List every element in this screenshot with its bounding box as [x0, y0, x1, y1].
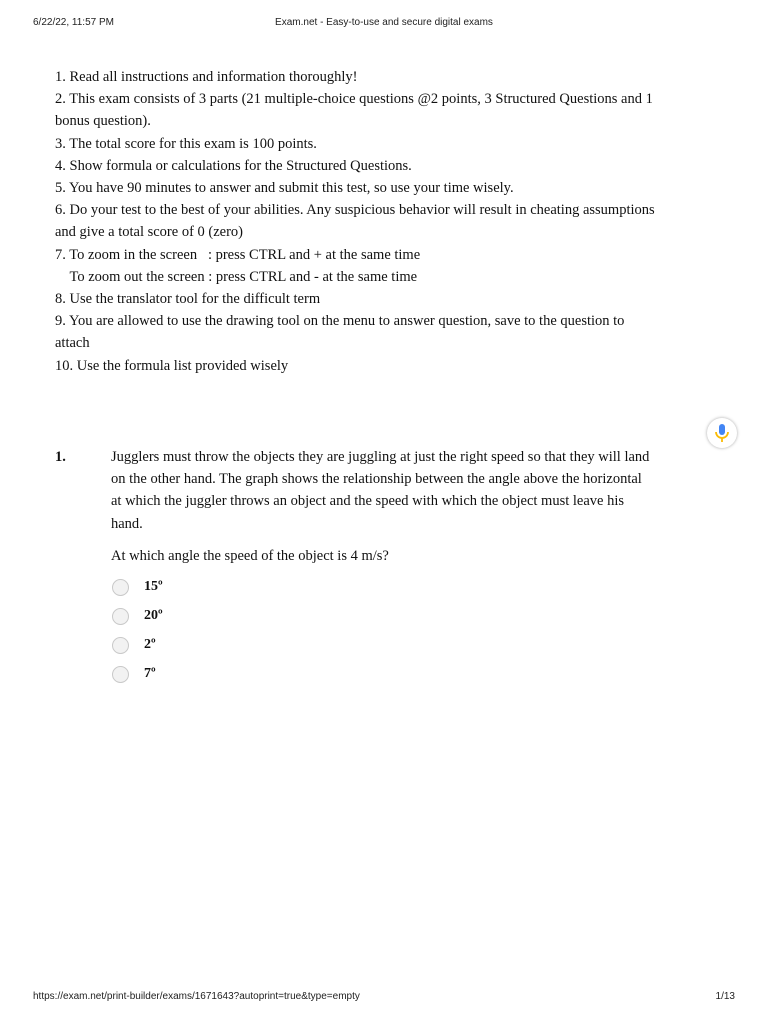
voice-input-button[interactable]	[707, 418, 737, 448]
answer-option[interactable]: 20º	[111, 602, 651, 631]
option-label: 20º	[144, 608, 163, 624]
question-text: Jugglers must throw the objects they are…	[111, 449, 650, 532]
instruction-item: 1. Read all instructions and information…	[55, 69, 358, 85]
answer-options: 15º 20º 2º 7º	[111, 573, 651, 689]
instruction-item: 9. You are allowed to use the drawing to…	[55, 313, 629, 352]
instruction-item: 3. The total score for this exam is 100 …	[55, 135, 317, 152]
question-prompt: At which angle the speed of the object i…	[111, 547, 389, 564]
radio-button[interactable]	[112, 579, 129, 597]
answer-option[interactable]: 7º	[111, 660, 651, 689]
instruction-item: 6. Do your test to the best of your abil…	[55, 202, 659, 241]
option-label: 7º	[144, 666, 156, 682]
instruction-item: 8. Use the translator tool for the diffi…	[55, 291, 321, 308]
option-label: 15º	[144, 579, 163, 595]
instruction-item: 2. This exam consists of 3 parts (21 mul…	[55, 91, 657, 130]
question-number: 1.	[55, 449, 66, 465]
print-header: 6/22/22, 11:57 PM Exam.net - Easy-to-use…	[33, 17, 735, 31]
instruction-item: To zoom out the screen : press CTRL and …	[55, 268, 418, 285]
radio-button[interactable]	[112, 666, 129, 684]
print-url: https://exam.net/print-builder/exams/167…	[33, 991, 360, 1002]
microphone-icon	[715, 424, 729, 442]
radio-button[interactable]	[112, 608, 129, 626]
print-page-title: Exam.net - Easy-to-use and secure digita…	[275, 17, 493, 28]
instructions-list: 1. Read all instructions and information…	[55, 66, 655, 377]
option-label: 2º	[144, 637, 156, 653]
instruction-item: 4. Show formula or calculations for the …	[55, 157, 412, 174]
answer-option[interactable]: 2º	[111, 631, 651, 660]
print-footer: https://exam.net/print-builder/exams/167…	[33, 991, 735, 1005]
question-body: Jugglers must throw the objects they are…	[111, 446, 651, 689]
page-number: 1/13	[715, 991, 735, 1002]
radio-button[interactable]	[112, 637, 129, 655]
instruction-item: 5. You have 90 minutes to answer and sub…	[55, 180, 514, 197]
answer-option[interactable]: 15º	[111, 573, 651, 602]
instruction-item: 7. To zoom in the screen : press CTRL an…	[55, 246, 421, 263]
instruction-item: 10. Use the formula list provided wisely	[55, 357, 289, 374]
